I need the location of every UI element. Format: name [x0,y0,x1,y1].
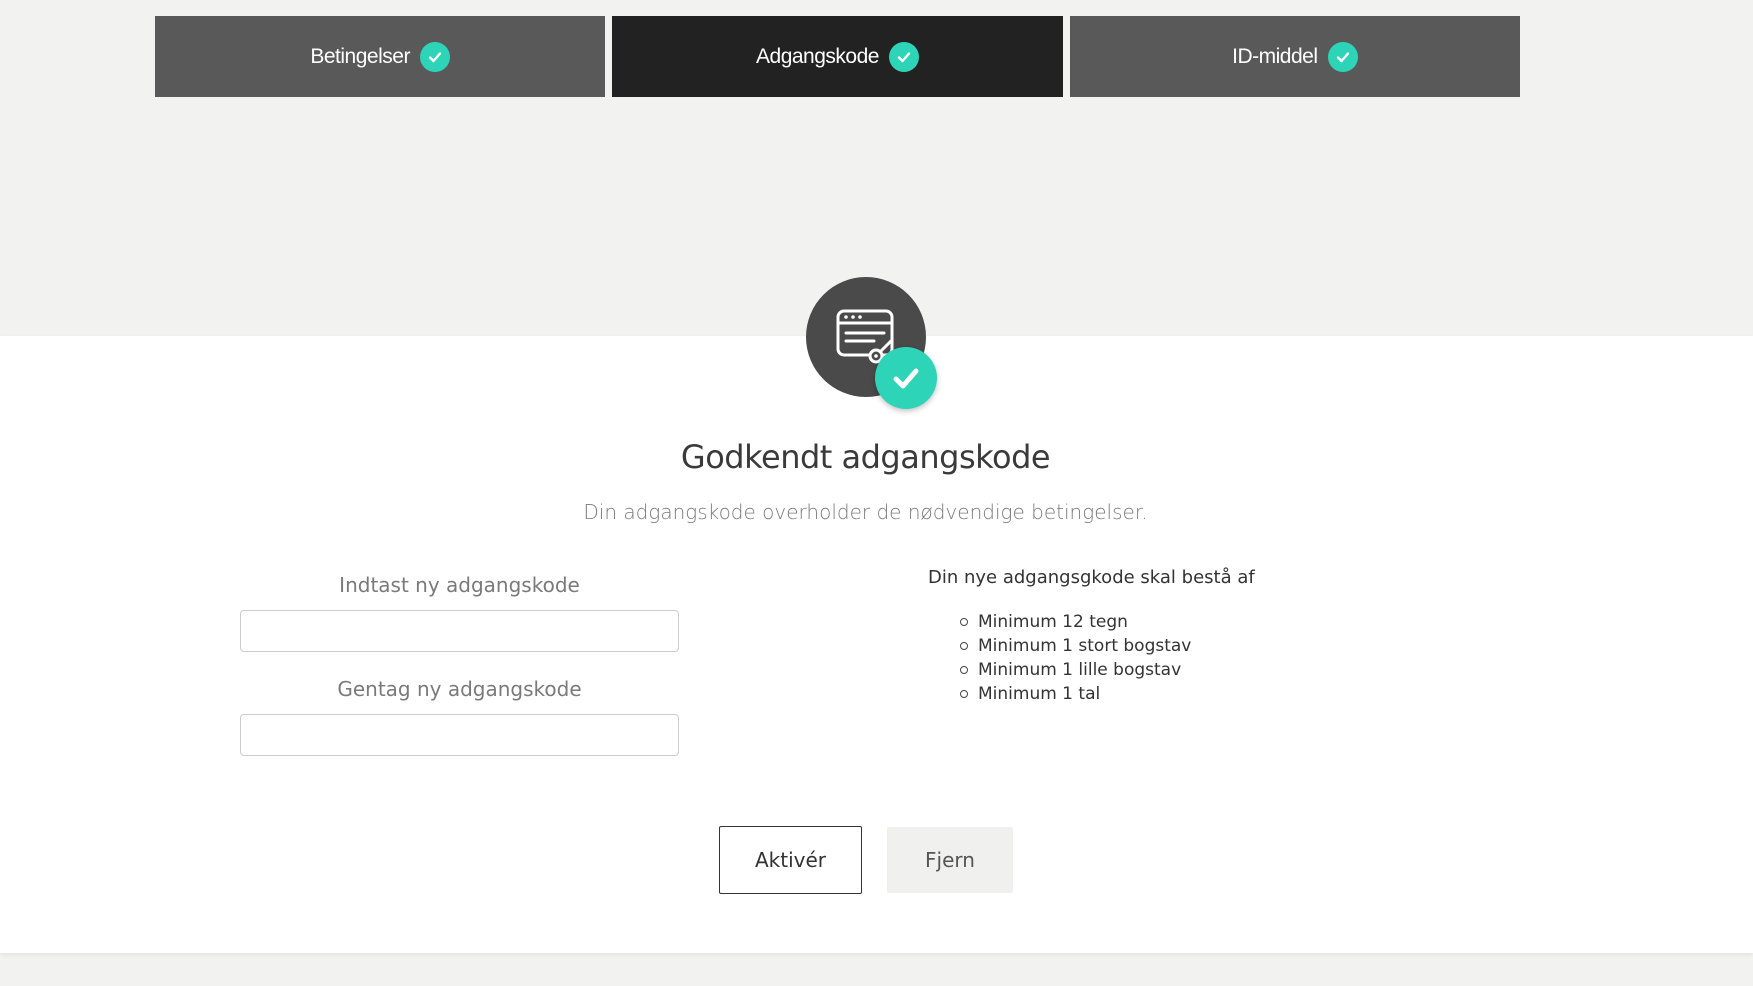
checkmark-icon [1327,41,1358,72]
step-id-middel[interactable]: ID-middel [1069,16,1520,97]
requirement-item: Minimum 1 tal [959,682,1191,706]
requirements-list: Minimum 12 tegn Minimum 1 stort bogstav … [940,610,1191,706]
new-password-label: Indtast ny adgangskode [339,573,580,597]
requirement-item: Minimum 1 lille bogstav [959,658,1191,682]
checkmark-icon [875,347,937,409]
new-password-input[interactable] [240,610,679,652]
remove-button[interactable]: Fjern [887,827,1013,893]
page: Betingelser Adgangskode ID-middel Godken… [0,0,1753,986]
progress-steps: Betingelser Adgangskode ID-middel [155,16,1520,97]
checkmark-icon [419,41,450,72]
step-betingelser[interactable]: Betingelser [155,16,606,97]
repeat-password-input[interactable] [240,714,679,756]
step-label: Adgangskode [756,44,879,68]
status-title: Godkendt adgangskode [680,438,1051,476]
activate-button[interactable]: Aktivér [719,826,862,894]
checkmark-icon [888,41,919,72]
requirements-title: Din nye adgangsgkode skal bestå af [928,567,1255,588]
step-label: ID-middel [1232,44,1318,68]
step-label: Betingelser [310,44,410,68]
status-subtitle: Din adgangskode overholder de nødvendige… [583,500,1148,524]
requirement-item: Minimum 12 tegn [959,610,1191,634]
step-adgangskode[interactable]: Adgangskode [612,16,1063,97]
repeat-password-label: Gentag ny adgangskode [337,677,582,701]
requirement-item: Minimum 1 stort bogstav [959,636,1192,656]
